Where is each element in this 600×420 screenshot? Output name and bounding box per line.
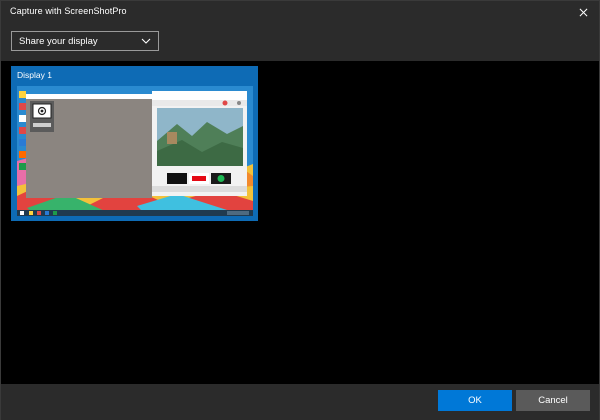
window-title: Capture with ScreenShotPro bbox=[10, 6, 127, 16]
display-tile-1[interactable]: Display 1 bbox=[11, 66, 258, 221]
title-bar: Capture with ScreenShotPro bbox=[1, 1, 599, 23]
display-preview-thumbnail bbox=[17, 86, 253, 216]
cancel-button[interactable]: Cancel bbox=[516, 390, 590, 411]
dialog-footer: OK Cancel bbox=[1, 384, 599, 420]
chevron-down-icon bbox=[141, 38, 151, 44]
toolbar: Share your display bbox=[1, 23, 599, 61]
display-label: Display 1 bbox=[17, 70, 52, 80]
dropdown-selected-value: Share your display bbox=[19, 35, 98, 47]
close-icon bbox=[579, 8, 587, 16]
display-list-area: Display 1 bbox=[1, 61, 599, 384]
ok-button[interactable]: OK bbox=[438, 390, 512, 411]
close-button[interactable] bbox=[567, 1, 599, 23]
desktop-preview-image bbox=[17, 86, 253, 216]
capture-source-dropdown[interactable]: Share your display bbox=[11, 31, 159, 51]
capture-dialog: Capture with ScreenShotPro Share your di… bbox=[0, 0, 600, 420]
